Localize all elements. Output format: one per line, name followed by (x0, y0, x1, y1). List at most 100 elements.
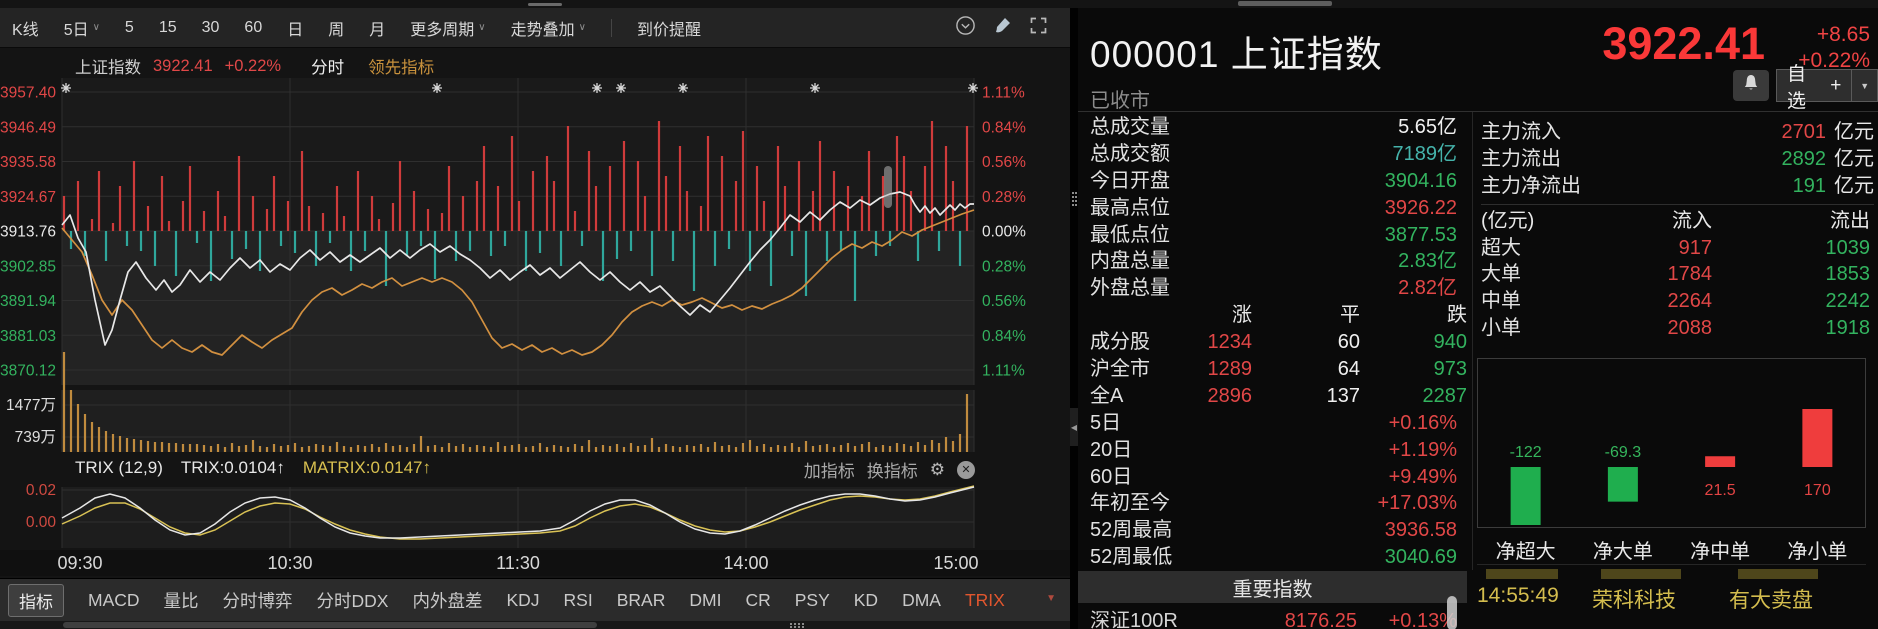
ticker-time: 14:55:49 (1477, 584, 1592, 614)
quote-panel: 000001 上证指数 3922.41 +8.65 +0.22% 已收市 自选+… (1078, 8, 1878, 629)
toolbar-item[interactable]: 30 ∨ (202, 19, 220, 37)
up-header: 涨 (1170, 302, 1252, 329)
toolbar-item[interactable]: 15 ∨ (159, 19, 177, 37)
watchlist-control: 自选+ ▼ (1776, 69, 1878, 102)
indicator-tab[interactable]: KD (854, 590, 878, 611)
watchlist-dropdown-button[interactable]: ▼ (1852, 69, 1878, 102)
drag-handle-icon[interactable] (790, 623, 792, 625)
flow-table-row: 超大 917 1039 (1481, 235, 1874, 262)
change-amount: +8.65 (1798, 22, 1870, 48)
scrollbar-thumb[interactable] (63, 622, 597, 628)
history-dropdown-icon[interactable] (955, 15, 976, 41)
index-quote-row[interactable]: 深证100R 8176.25 +0.13% (1090, 606, 1467, 629)
svg-text:0.28%: 0.28% (982, 189, 1026, 206)
close-icon[interactable]: ✕ (957, 461, 975, 479)
ticker-stock-name: 荣科科技 (1592, 584, 1729, 614)
stat-row: 最高点位 3926.22 (1090, 195, 1467, 222)
indicator-tab[interactable]: 分时博弈 (223, 588, 293, 613)
net-flow-category: 净中单 (1672, 535, 1769, 564)
trix-value: TRIX:0.0104↑ (181, 458, 285, 478)
indicator-tab[interactable]: CR (745, 590, 770, 611)
net-flow-category: 净超大 (1477, 535, 1574, 564)
svg-text:3891.94: 3891.94 (0, 293, 56, 310)
svg-text:-69.3: -69.3 (1605, 444, 1642, 461)
svg-text:0.84%: 0.84% (982, 328, 1026, 345)
index-price: 3922.41 (153, 57, 213, 76)
toolbar-item[interactable]: 月 ∨ (369, 16, 385, 40)
performance-row: 60日 +9.49% (1090, 464, 1467, 491)
splitter-handle[interactable] (528, 3, 562, 6)
svg-text:3957.40: 3957.40 (0, 85, 56, 102)
index-row-value: 8176.25 (1247, 606, 1357, 629)
toolbar-item[interactable]: 走势叠加 ∨ (511, 16, 586, 40)
svg-text:0.00%: 0.00% (982, 224, 1026, 241)
indicator-tab[interactable]: 分时DDX (317, 588, 389, 613)
indicator-tab[interactable]: DMA (902, 590, 941, 611)
tab-overflow-caret-icon[interactable]: ▼ (1046, 593, 1056, 604)
svg-text:3924.67: 3924.67 (0, 189, 56, 206)
flow-table-row: 中单 2264 2242 (1481, 288, 1874, 315)
time-tick: 09:30 (57, 553, 102, 574)
stat-row: 总成交量 5.65亿 (1090, 114, 1467, 141)
toolbar-item[interactable]: 更多周期 ∨ (410, 16, 485, 40)
swap-indicator-button[interactable]: 换指标 (867, 457, 918, 482)
quote-last-price: 3922.41 (1602, 18, 1765, 70)
breadth-row: 全A 2896 137 2287 (1090, 383, 1467, 410)
flow-table-row: 大单 1784 1853 (1481, 261, 1874, 288)
toolbar-item[interactable]: 日 ∨ (287, 16, 303, 40)
svg-text:1.11%: 1.11% (982, 363, 1025, 380)
ticker-note: 有大卖盘 (1729, 584, 1813, 614)
performance-row: 20日 +1.19% (1090, 437, 1467, 464)
fullscreen-icon[interactable] (1029, 16, 1048, 40)
flow-table-header: (亿元) 流入 流出 (1481, 208, 1874, 235)
divider (1078, 111, 1878, 112)
toolbar-icons (955, 8, 1048, 48)
indicator-tab[interactable]: BRAR (617, 590, 666, 611)
toolbar-item[interactable]: K线 ∨ (12, 16, 39, 40)
svg-text:3935.58: 3935.58 (0, 154, 56, 171)
divider (1472, 112, 1473, 570)
toolbar-item[interactable]: 60 ∨ (244, 19, 262, 37)
indicator-tab[interactable]: PSY (795, 590, 830, 611)
indicator-tab[interactable]: 内外盘差 (412, 588, 482, 613)
divider (1481, 204, 1874, 205)
toolbar-item[interactable]: 周 ∨ (328, 16, 344, 40)
indicator-tab[interactable]: DMI (689, 590, 721, 611)
toolbar-item[interactable]: 5日 ∨ (64, 16, 100, 40)
stat-row: 今日开盘 3904.16 (1090, 168, 1467, 195)
vertical-scrollbar-thumb[interactable] (884, 166, 892, 208)
money-flow-row: 主力流出 2892 亿元 (1481, 146, 1874, 173)
vertical-scrollbar-thumb[interactable] (1447, 596, 1457, 629)
leading-indicator-label[interactable]: 领先指标 (368, 54, 434, 78)
performance-row: 52周最高 3936.58 (1090, 517, 1467, 544)
panel-splitter[interactable]: ◀ (1070, 8, 1078, 629)
collapse-panel-button[interactable]: ◀ (1070, 408, 1078, 446)
up-arrow-icon: ↑ (276, 458, 285, 477)
trade-ticker-row[interactable]: 14:55:49 荣科科技 有大卖盘 (1477, 584, 1877, 614)
important-index-header[interactable]: 重要指数 (1078, 571, 1467, 603)
indicator-tab[interactable]: RSI (564, 590, 593, 611)
indicator-tab[interactable]: MACD (88, 590, 140, 611)
mode-intraday-label[interactable]: 分时 (311, 54, 344, 78)
gear-icon[interactable]: ⚙ (930, 460, 945, 480)
toolbar-item[interactable]: 5 ∨ (125, 19, 134, 37)
draw-brush-icon[interactable] (993, 16, 1012, 40)
svg-text:0.56%: 0.56% (982, 154, 1026, 171)
svg-text:170: 170 (1804, 482, 1831, 499)
indicator-tab[interactable]: KDJ (506, 590, 539, 611)
top-scrollbar[interactable] (1238, 1, 1332, 6)
indicator-tab[interactable]: TRIX (965, 590, 1005, 611)
indicator-menu-button[interactable]: 指标 (8, 584, 64, 617)
svg-text:0.00: 0.00 (26, 514, 57, 531)
time-tick: 10:30 (267, 553, 312, 574)
flat-header: 平 (1252, 302, 1360, 329)
indicator-tab[interactable]: 量比 (164, 588, 199, 613)
add-watchlist-button[interactable]: 自选+ (1776, 69, 1852, 102)
svg-text:-122: -122 (1510, 444, 1542, 461)
add-indicator-button[interactable]: 加指标 (804, 457, 855, 482)
up-arrow-icon: ↑ (423, 458, 432, 477)
flow-table-row: 小单 2088 1918 (1481, 315, 1874, 342)
top-splitter (0, 0, 1878, 8)
toolbar-item[interactable]: 到价提醒 ∨ (637, 16, 701, 40)
alert-bell-button[interactable] (1733, 70, 1769, 101)
